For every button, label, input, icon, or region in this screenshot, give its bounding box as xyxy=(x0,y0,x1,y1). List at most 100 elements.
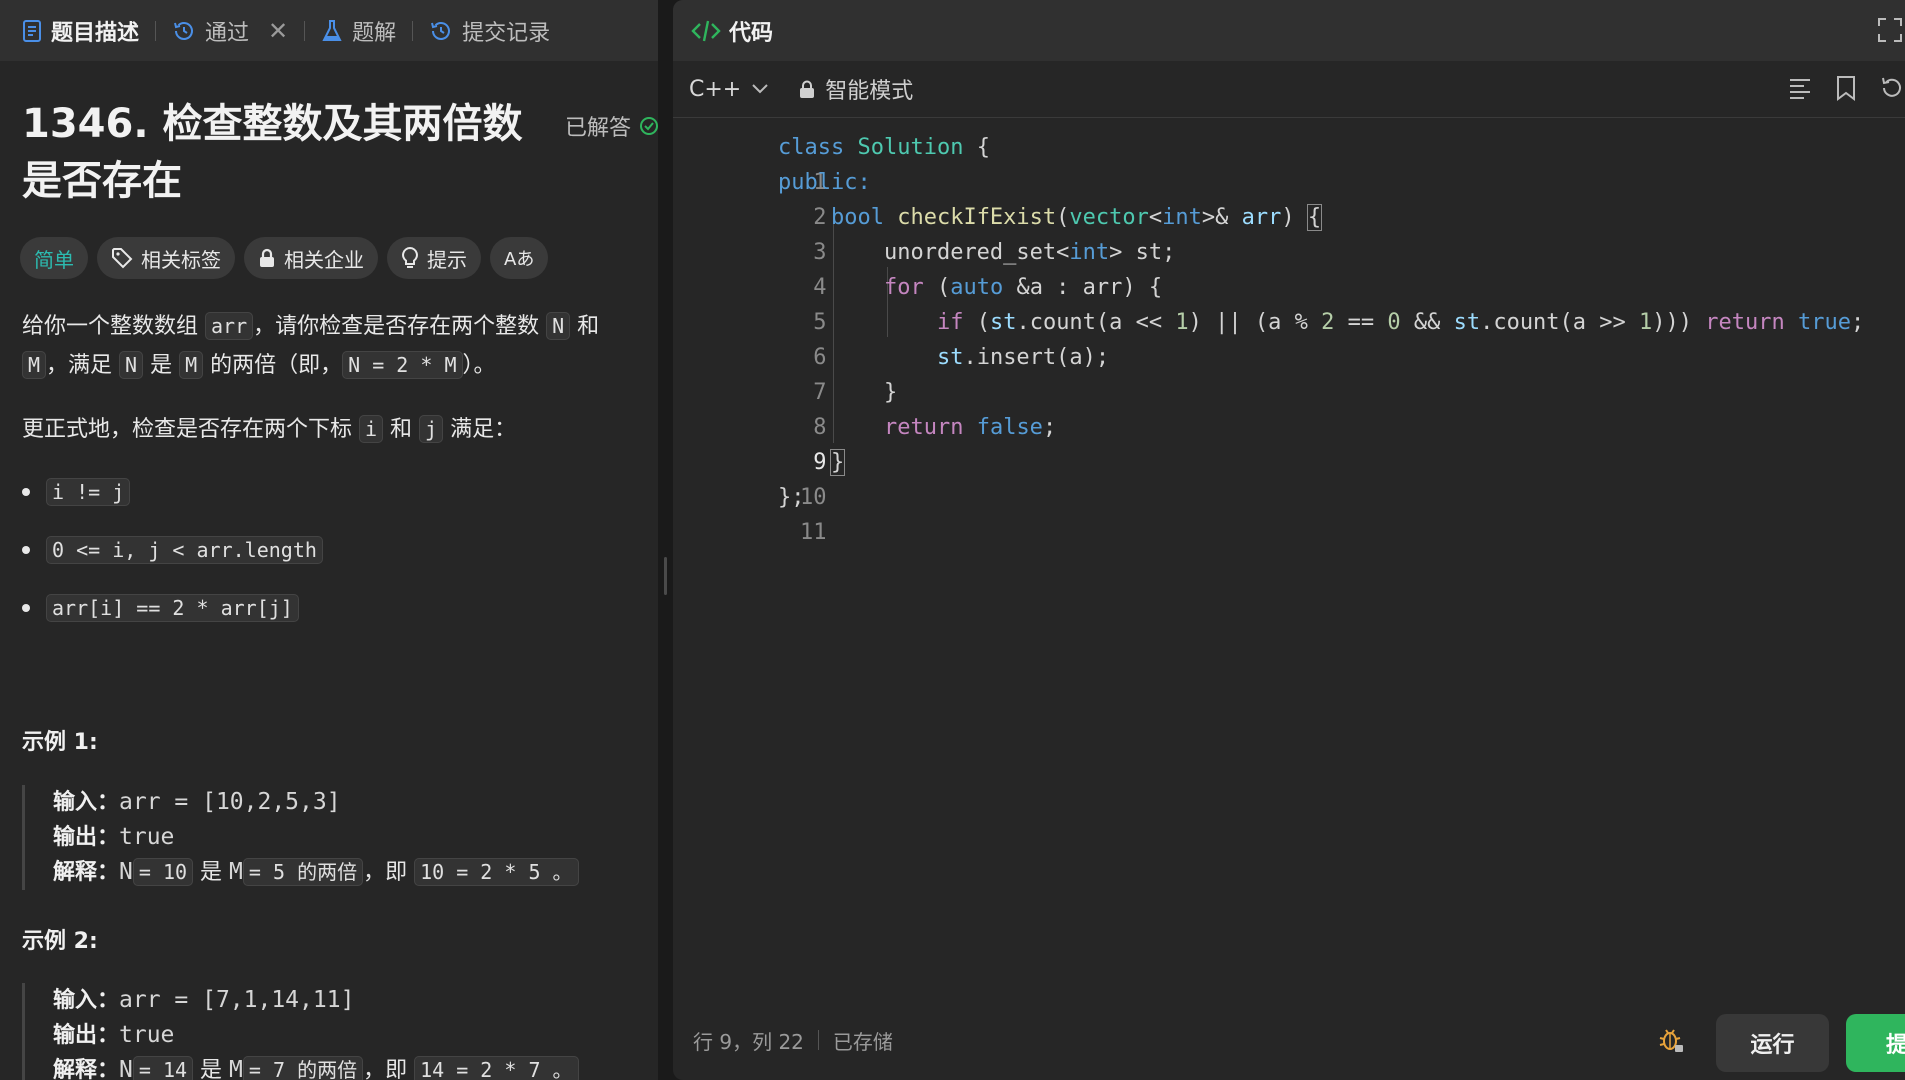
inline-code: arr xyxy=(205,312,254,340)
desc-text: 是 xyxy=(143,353,180,378)
example-input-row: 输入：arr = [7,1,14,11] xyxy=(53,983,658,1018)
code-line: 4 unordered_set<int> st; xyxy=(673,235,1905,300)
code-token: 2 xyxy=(1321,310,1335,335)
code-token: && xyxy=(1400,310,1454,335)
code-panel: 代码 C++ 智能模式 1 class Solution {2 public:… xyxy=(673,0,1905,1080)
description-paragraph-1: 给你一个整数数组 arr ，请你检查是否存在两个整数 N 和 M ，满足 N 是 M… xyxy=(22,307,647,385)
code-token: { xyxy=(976,135,990,160)
code-token: }; xyxy=(778,485,805,510)
flask-icon xyxy=(321,19,343,43)
fullscreen-icon[interactable] xyxy=(1877,17,1903,43)
tab-divider xyxy=(304,20,306,41)
input-label: 输入： xyxy=(53,988,120,1013)
problem-header: 1346. 检查整数及其两倍数是否存在 已解答 xyxy=(22,96,658,210)
explanation-text: N xyxy=(119,1057,133,1080)
example-2-block: 输入：arr = [7,1,14,11] 输出：true 解释：N = 14 是 … xyxy=(22,983,658,1080)
debug-icon[interactable] xyxy=(1658,1026,1684,1054)
language-select[interactable]: C++ xyxy=(689,77,769,102)
related-companies-button[interactable]: 相关企业 xyxy=(244,237,378,279)
tab-description[interactable]: 题目描述 xyxy=(16,15,145,47)
example-output-row: 输出：true xyxy=(53,1018,658,1053)
history-icon xyxy=(429,19,453,43)
editor-actions xyxy=(1787,75,1905,101)
input-value: arr = [7,1,14,11] xyxy=(119,987,355,1013)
tab-solutions[interactable]: 题解 xyxy=(315,15,402,47)
related-tags-label: 相关标签 xyxy=(141,247,221,272)
code-line: 2 public: xyxy=(673,165,1905,230)
line-number: 11 xyxy=(799,520,827,545)
hint-button[interactable]: 提示 xyxy=(387,237,481,279)
smart-mode-toggle[interactable]: 智能模式 xyxy=(799,73,913,105)
code-token: st xyxy=(936,345,964,370)
format-icon[interactable] xyxy=(1787,75,1813,101)
code-token: st xyxy=(989,310,1017,335)
submit-label: 提交 xyxy=(1886,1033,1905,1058)
lightbulb-icon xyxy=(401,246,419,270)
font-size-icon: Aあ xyxy=(504,249,535,270)
inline-code: i != j xyxy=(46,478,131,506)
hint-label: 提示 xyxy=(427,247,467,272)
code-token: >& xyxy=(1201,205,1229,230)
code-token: ( xyxy=(923,275,951,300)
code-editor[interactable]: 1 class Solution { 2 public: 3 bool chec… xyxy=(673,130,1905,1000)
code-line: 9 return false; xyxy=(673,410,1905,475)
code-token: &a : arr) { xyxy=(1003,275,1163,300)
save-status: 已存储 xyxy=(832,1029,893,1054)
related-tags-button[interactable]: 相关标签 xyxy=(97,237,235,279)
code-token: Solution xyxy=(857,135,964,160)
code-token: == xyxy=(1334,310,1388,335)
inline-code: = 7 的两倍 xyxy=(242,1056,364,1080)
cursor-position: 行 9，列 22 xyxy=(693,1029,804,1054)
code-token: int xyxy=(1069,240,1110,265)
desc-text: ，满足 xyxy=(46,353,120,378)
explanation-text: ，即 xyxy=(363,1058,415,1080)
code-token: ; xyxy=(1042,415,1057,440)
difficulty-badge[interactable]: 简单 xyxy=(20,237,88,279)
font-size-button[interactable]: Aあ xyxy=(490,237,549,279)
desc-text: 满足： xyxy=(443,417,517,442)
code-line: 8 } xyxy=(673,375,1905,440)
related-companies-label: 相关企业 xyxy=(284,247,364,272)
example-explanation-row: 解释：N = 10 是 M = 5 的两倍 ，即 10 = 2 * 5 。 xyxy=(53,855,658,890)
explanation-text: 是 xyxy=(193,860,230,885)
tag-icon xyxy=(111,247,133,269)
constraint-item: i != j xyxy=(22,478,131,506)
explanation-text: 是 xyxy=(193,1058,230,1080)
solved-status: 已解答 xyxy=(565,110,658,142)
code-token: .count(a << xyxy=(1016,310,1176,335)
bookmark-icon[interactable] xyxy=(1835,75,1857,101)
example-input-row: 输入：arr = [10,2,5,3] xyxy=(53,785,658,820)
submit-button[interactable]: 提交 xyxy=(1846,1014,1905,1072)
constraint-item: arr[i] == 2 * arr[j] xyxy=(22,594,299,622)
output-label: 输出： xyxy=(53,825,120,850)
close-icon[interactable]: ✕ xyxy=(268,17,288,45)
desc-text: 的两倍（即， xyxy=(203,353,343,378)
output-label: 输出： xyxy=(53,1023,120,1048)
smart-mode-label: 智能模式 xyxy=(825,79,914,104)
constraint-item: 0 <= i, j < arr.length xyxy=(22,536,323,564)
code-token: for xyxy=(883,275,924,300)
inline-code: j xyxy=(419,415,444,443)
document-icon xyxy=(22,19,42,42)
inline-code: i xyxy=(359,415,384,443)
reset-icon[interactable] xyxy=(1879,75,1905,101)
panel-splitter[interactable] xyxy=(658,0,673,1080)
inline-code: 14 = 2 * 7 。 xyxy=(414,1056,579,1080)
code-token: auto xyxy=(950,275,1004,300)
code-token: ( xyxy=(1056,205,1070,230)
language-value: C++ xyxy=(689,76,742,102)
tab-submissions[interactable]: 提交记录 xyxy=(423,15,556,47)
code-token: .count(a >> xyxy=(1480,310,1640,335)
lock-icon xyxy=(258,248,276,268)
problem-panel: 题目描述 通过 ✕ 题解 提交记录 1346. 检查整数及其两倍数是否存在 已解… xyxy=(0,0,658,1080)
bullet-dot xyxy=(22,488,30,496)
tab-accepted[interactable]: 通过 ✕ xyxy=(166,15,294,47)
run-button[interactable]: 运行 xyxy=(1716,1014,1829,1072)
code-token: < xyxy=(1056,240,1070,265)
resize-handle[interactable] xyxy=(664,557,667,595)
code-line: 6 if (st.count(a << 1) || (a % 2 == 0 &&… xyxy=(673,305,1905,370)
code-token: ))) xyxy=(1652,310,1706,335)
code-token: int xyxy=(1162,205,1202,230)
code-token: bool xyxy=(830,205,884,230)
